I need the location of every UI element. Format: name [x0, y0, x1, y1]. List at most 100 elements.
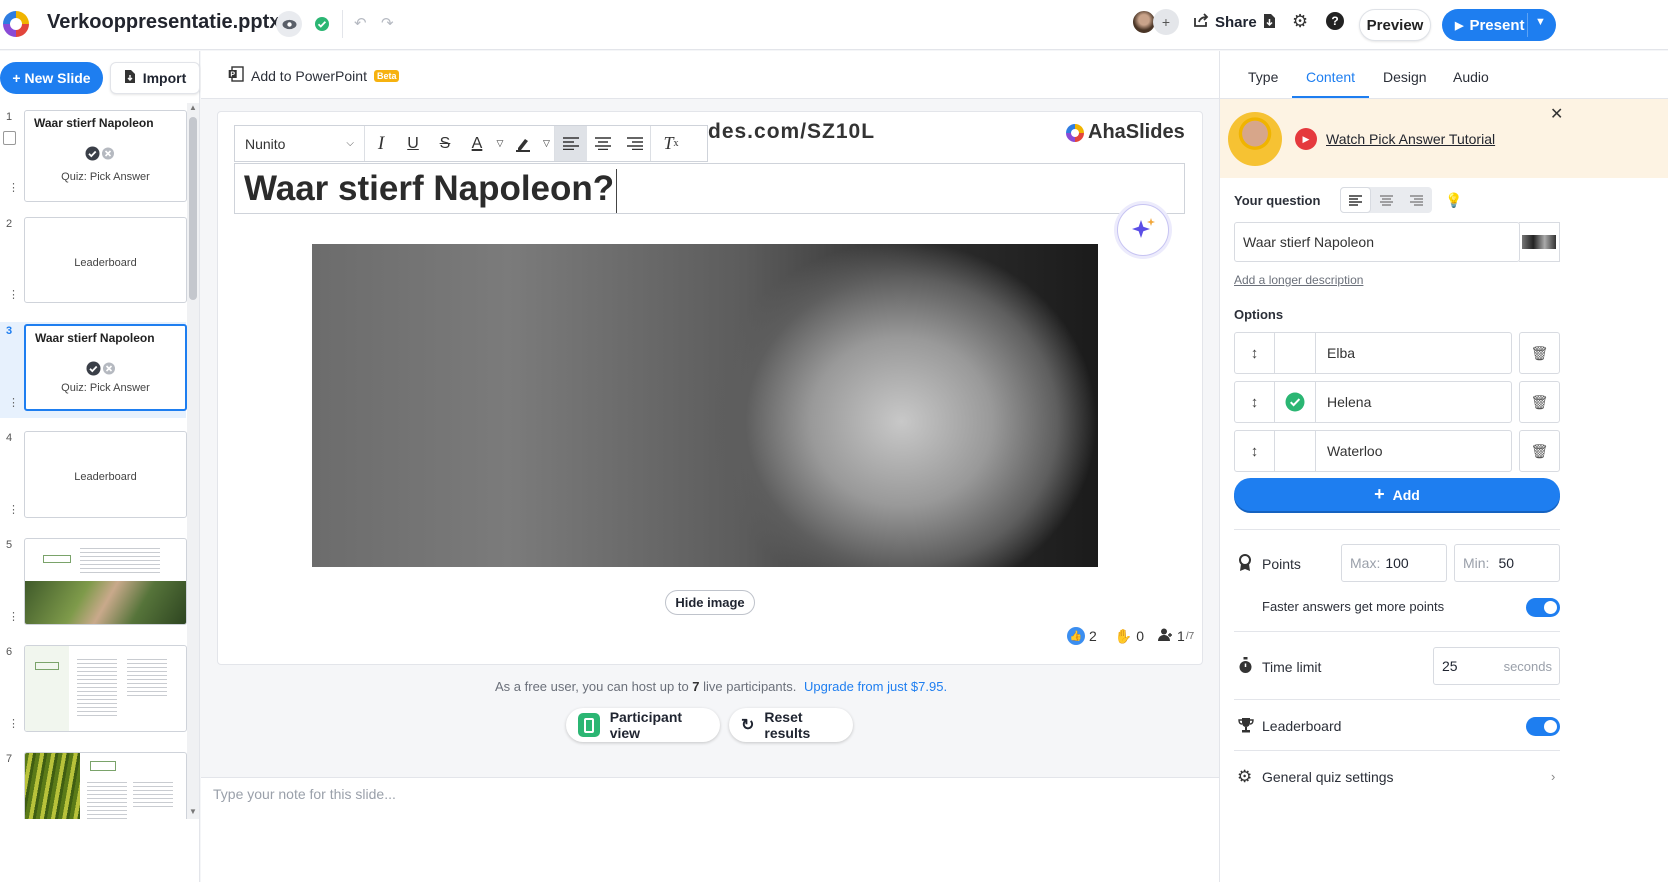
text-color-button[interactable]: A	[461, 126, 493, 161]
slide-thumbnail[interactable]: Leaderboard	[24, 217, 187, 303]
share-icon	[1194, 13, 1209, 31]
share-button[interactable]: Share	[1194, 13, 1257, 31]
option-text[interactable]: Helena	[1327, 394, 1371, 410]
section-divider	[1234, 631, 1560, 632]
tab-design[interactable]: Design	[1383, 69, 1427, 85]
slide-menu-icon[interactable]: ⋮	[8, 396, 19, 409]
time-limit-unit: seconds	[1503, 658, 1552, 674]
settings-gear-icon: ⚙	[1237, 767, 1253, 786]
preview-button[interactable]: Preview	[1359, 9, 1431, 41]
align-center-button[interactable]	[1371, 187, 1401, 213]
slide-thumbnail[interactable]	[24, 752, 187, 819]
correct-answer-checkbox[interactable]	[1275, 333, 1316, 373]
participant-view-button[interactable]: Participant view	[566, 708, 720, 742]
general-quiz-settings-label[interactable]: General quiz settings	[1262, 769, 1394, 785]
delete-option-trash-icon[interactable]: 🗑	[1519, 430, 1560, 472]
slide-thumbnail[interactable]	[24, 645, 187, 732]
underline-button[interactable]: U	[397, 126, 429, 161]
option-row[interactable]: ↕ Waterloo	[1234, 430, 1512, 472]
align-right-button[interactable]	[1401, 187, 1431, 213]
font-family-select[interactable]: Nunito ⌵	[235, 126, 365, 161]
drag-handle-icon[interactable]: ↕	[1235, 382, 1275, 422]
scroll-up-arrow-icon[interactable]: ▲	[189, 103, 197, 112]
min-points-input[interactable]: Min: 50	[1454, 544, 1560, 582]
slide-notes-area[interactable]: Type your note for this slide...	[201, 777, 1219, 882]
drag-handle-icon[interactable]: ↕	[1235, 431, 1275, 471]
hide-image-button[interactable]: Hide image	[665, 590, 755, 615]
leaderboard-label: Leaderboard	[1262, 718, 1342, 734]
question-input[interactable]: Waar stierf Napoleon	[1234, 222, 1520, 262]
watch-tutorial-link[interactable]: Watch Pick Answer Tutorial	[1326, 131, 1495, 147]
redo-icon[interactable]: ↷	[381, 14, 394, 32]
slide-menu-icon[interactable]: ⋮	[8, 610, 19, 623]
reset-results-button[interactable]: ↻ Reset results	[729, 708, 853, 742]
document-title[interactable]: Verkooppresentatie.pptx	[47, 11, 280, 34]
correct-answer-checkbox[interactable]	[1275, 431, 1316, 471]
text-color-dropdown-icon[interactable]: ▽	[493, 126, 507, 161]
settings-gear-icon[interactable]: ⚙	[1292, 11, 1308, 32]
option-row[interactable]: ↕ Helena	[1234, 381, 1512, 423]
align-left-button[interactable]	[1340, 187, 1371, 213]
lightbulb-icon[interactable]: 💡	[1443, 187, 1465, 213]
close-icon[interactable]: ✕	[1550, 104, 1563, 124]
slide-menu-icon[interactable]: ⋮	[8, 717, 19, 730]
question-image-thumb[interactable]	[1519, 222, 1560, 262]
strikethrough-button[interactable]: S	[429, 126, 461, 161]
delete-option-trash-icon[interactable]: 🗑	[1519, 381, 1560, 423]
undo-icon[interactable]: ↶	[354, 14, 367, 32]
option-row[interactable]: ↕ Elba	[1234, 332, 1512, 374]
tab-content[interactable]: Content	[1306, 69, 1355, 85]
slide-menu-icon[interactable]: ⋮	[8, 503, 19, 516]
faster-answers-toggle[interactable]	[1526, 598, 1560, 617]
play-video-icon[interactable]: ▶	[1295, 128, 1317, 150]
ahaslides-logo-icon[interactable]	[3, 11, 29, 37]
add-option-button[interactable]: + Add	[1234, 478, 1560, 511]
scrollbar-thumb[interactable]	[189, 117, 197, 300]
import-button[interactable]: Import	[110, 62, 200, 94]
tutorial-banner: ▶ Watch Pick Answer Tutorial ✕	[1220, 99, 1668, 178]
section-divider	[1234, 529, 1560, 530]
align-center-button[interactable]	[587, 126, 619, 161]
export-file-icon[interactable]	[1263, 13, 1276, 34]
add-longer-description-link[interactable]: Add a longer description	[1234, 273, 1363, 287]
leaderboard-toggle[interactable]	[1526, 717, 1560, 736]
slide-thumbnail[interactable]: Leaderboard	[24, 431, 187, 518]
present-dropdown-chevron-icon[interactable]: ▼	[1535, 16, 1546, 28]
highlight-dropdown-icon[interactable]: ▽	[539, 126, 555, 161]
present-button[interactable]: ▶ Present ▼	[1442, 9, 1556, 41]
add-collaborator-button[interactable]: +	[1153, 9, 1179, 35]
highlight-color-button[interactable]	[507, 126, 539, 161]
tab-audio[interactable]: Audio	[1453, 69, 1489, 85]
question-title-input[interactable]: Waar stierf Napoleon?	[234, 163, 1185, 214]
ai-assist-sparkle-button[interactable]	[1117, 204, 1169, 256]
clear-format-button[interactable]: Tx	[651, 126, 691, 161]
drag-handle-icon[interactable]: ↕	[1235, 333, 1275, 373]
slide-menu-icon[interactable]: ⋮	[8, 181, 19, 194]
tab-type[interactable]: Type	[1248, 69, 1278, 85]
free-notice-count: 7	[692, 679, 700, 694]
align-right-button[interactable]	[619, 126, 651, 161]
slide-thumbnail[interactable]	[24, 538, 187, 625]
slide-thumbnail-active[interactable]: Waar stierf Napoleon Quiz: Pick Answer	[24, 324, 187, 411]
max-points-input[interactable]: Max: 100	[1341, 544, 1447, 582]
option-text[interactable]: Waterloo	[1327, 443, 1383, 459]
time-limit-input[interactable]: 25 seconds	[1433, 647, 1560, 685]
italic-button[interactable]: I	[365, 126, 397, 161]
participant-view-label: Participant view	[609, 709, 683, 741]
slide-thumbnail[interactable]: Waar stierf Napoleon Quiz: Pick Answer	[24, 110, 187, 202]
align-left-button[interactable]	[555, 126, 587, 161]
scroll-down-arrow-icon[interactable]: ▼	[189, 807, 197, 816]
option-text[interactable]: Elba	[1327, 345, 1355, 361]
new-slide-button[interactable]: + New Slide	[0, 62, 103, 94]
eye-icon[interactable]	[276, 11, 302, 37]
thumb-tag-shape	[90, 761, 116, 771]
correct-answer-checkbox[interactable]	[1275, 382, 1316, 422]
chevron-right-icon[interactable]: ›	[1551, 769, 1555, 784]
points-medal-icon	[1238, 554, 1252, 577]
slide-menu-icon[interactable]: ⋮	[8, 288, 19, 301]
upgrade-link[interactable]: Upgrade from just $7.95.	[804, 679, 947, 694]
slide-list-scrollbar[interactable]: ▲ ▼	[187, 103, 199, 819]
help-icon[interactable]: ?	[1326, 12, 1344, 30]
delete-option-trash-icon[interactable]: 🗑	[1519, 332, 1560, 374]
add-to-powerpoint-button[interactable]: P Add to PowerPoint Beta	[228, 66, 400, 85]
